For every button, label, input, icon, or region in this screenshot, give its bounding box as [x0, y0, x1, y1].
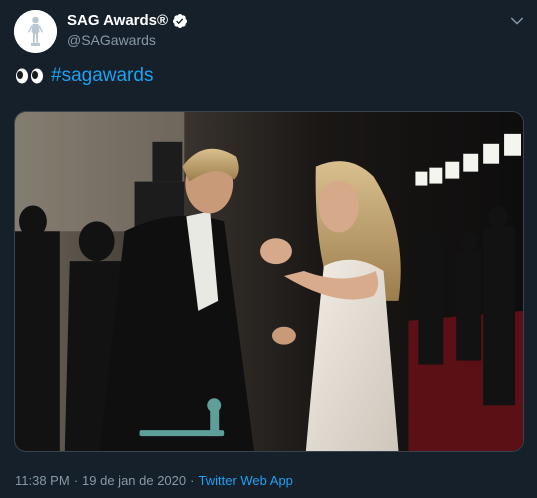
- hashtag-link[interactable]: #sagawards: [51, 65, 153, 87]
- tweet-time[interactable]: 11:38 PM: [15, 473, 70, 488]
- tweet: SAG Awards® @SAGawards #sagawards 11:38 …: [0, 0, 537, 498]
- avatar[interactable]: [14, 10, 57, 53]
- display-name[interactable]: SAG Awards®: [67, 12, 168, 29]
- verified-badge-icon: [173, 13, 188, 28]
- eyes-icon: [16, 68, 43, 84]
- tweet-photo[interactable]: [14, 111, 524, 452]
- tweet-source-link[interactable]: Twitter Web App: [198, 473, 292, 488]
- handle[interactable]: @SAGawards: [67, 32, 156, 48]
- tweet-text: #sagawards: [15, 63, 153, 89]
- tweet-meta: 11:38 PM · 19 de jan de 2020 · Twitter W…: [15, 473, 293, 488]
- chevron-down-icon[interactable]: [508, 12, 526, 30]
- sag-statue-logo: [14, 10, 57, 53]
- photo-image: [15, 112, 523, 451]
- meta-separator: ·: [190, 473, 195, 488]
- name-row: SAG Awards®: [67, 12, 188, 29]
- meta-separator: ·: [73, 473, 79, 488]
- tweet-date[interactable]: 19 de jan de 2020: [82, 473, 186, 488]
